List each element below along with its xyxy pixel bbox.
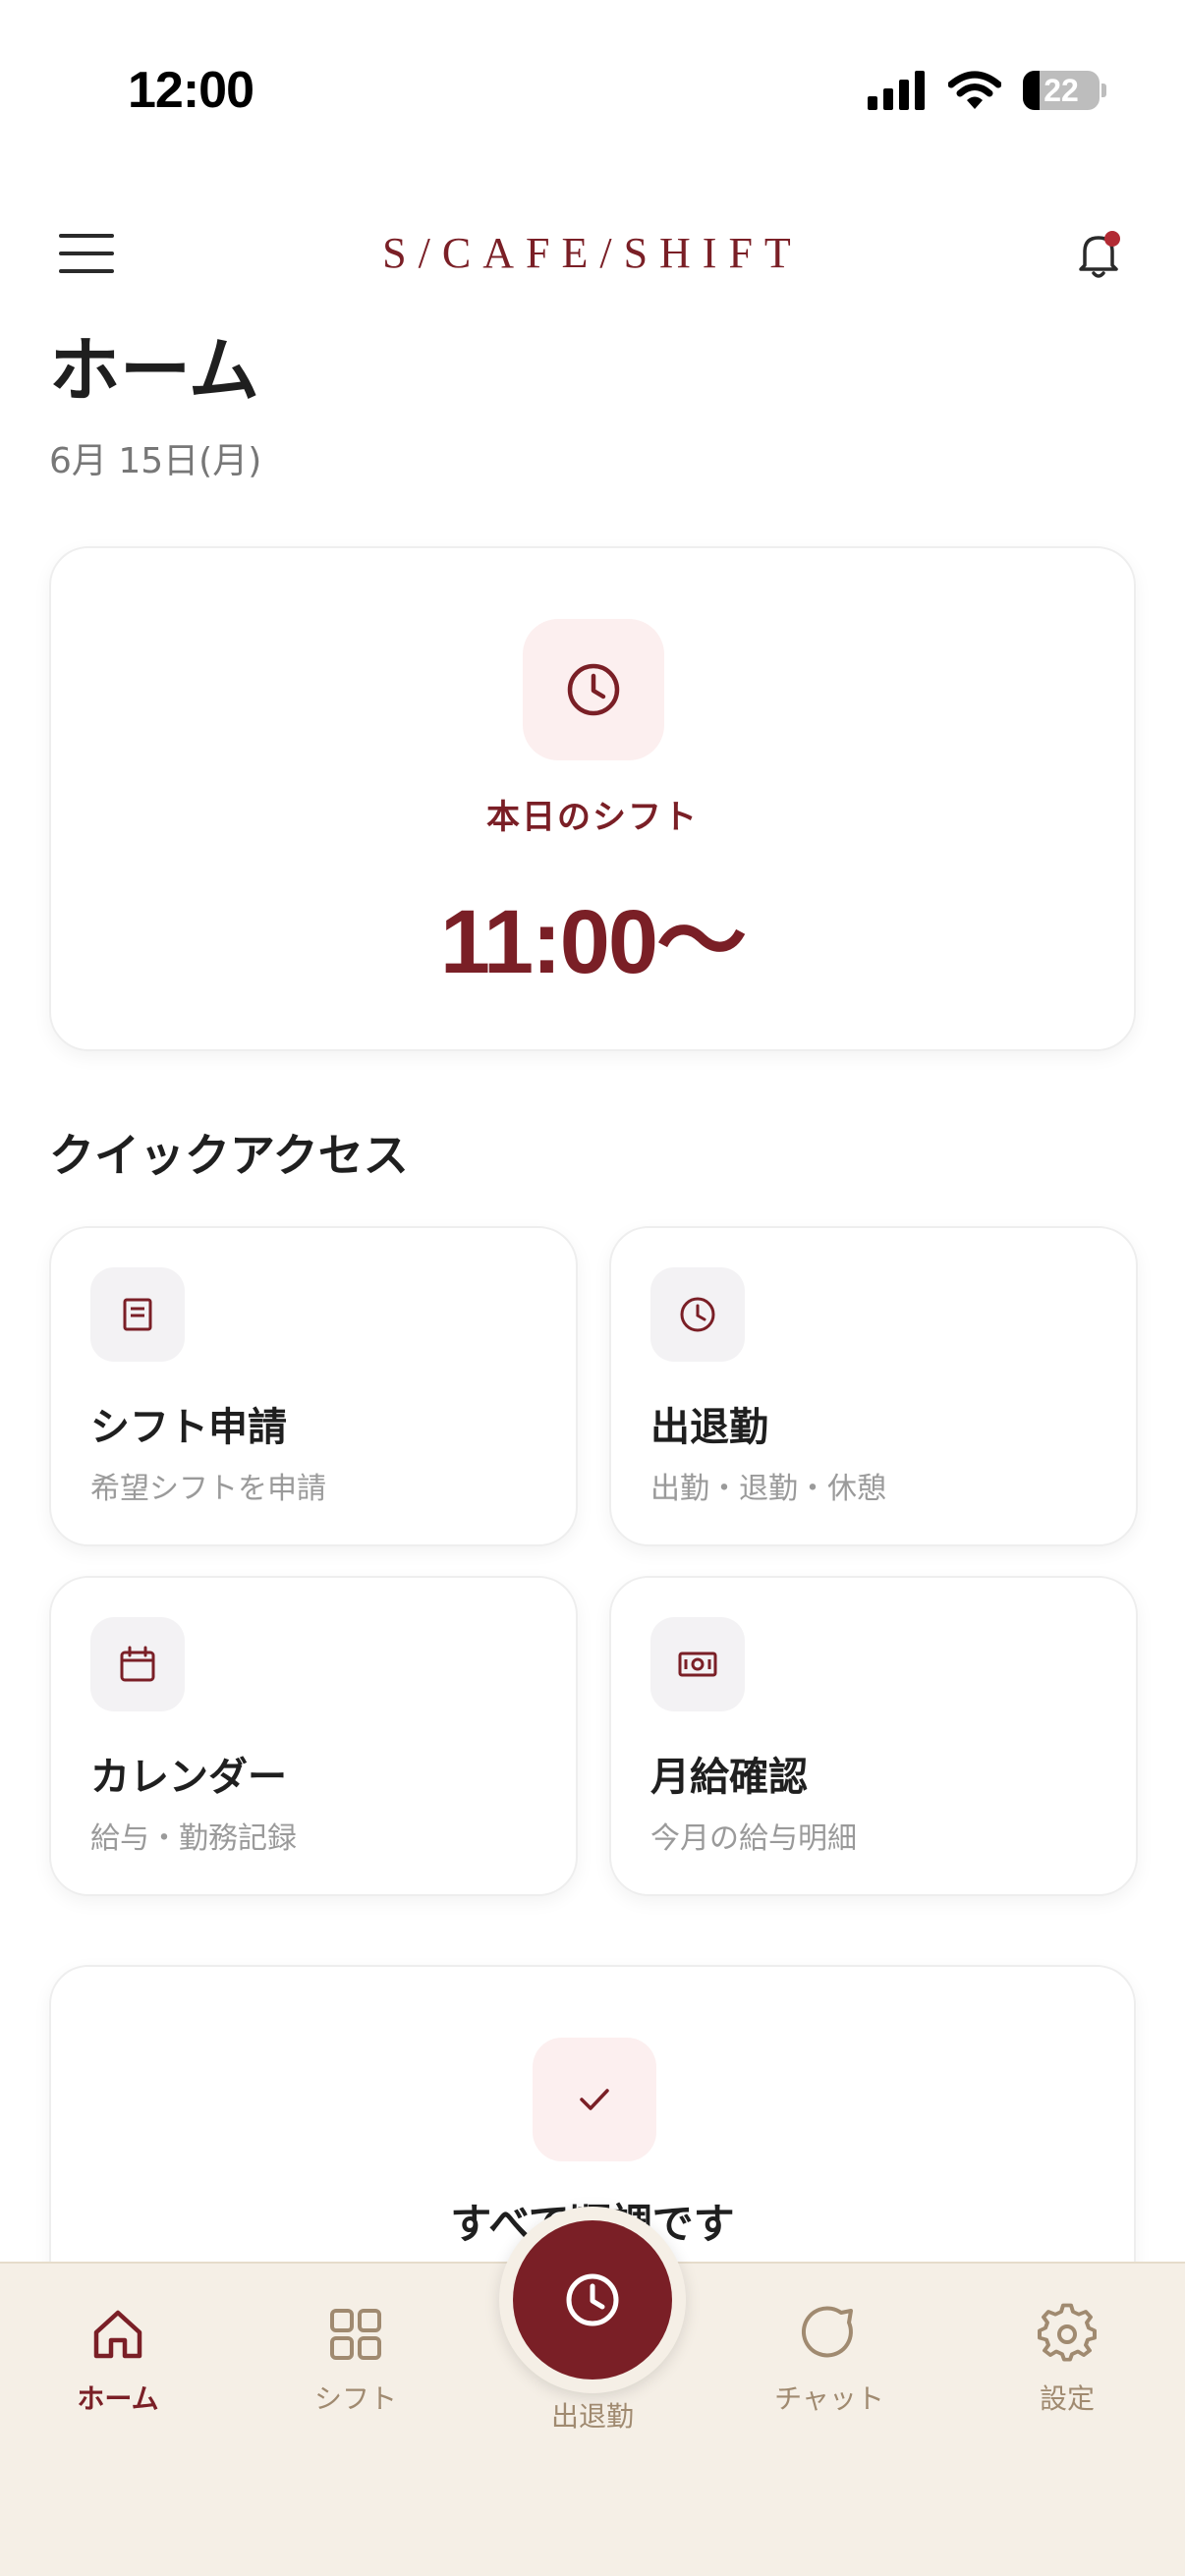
quick-access-title: クイックアクセス bbox=[49, 1129, 409, 1182]
document-icon-box bbox=[90, 1267, 185, 1362]
quick-access-title-text: 出退勤 bbox=[650, 1405, 768, 1450]
calendar-icon bbox=[120, 1646, 155, 1682]
app-logo: S/CAFE/SHIFT bbox=[382, 229, 803, 277]
today-shift-card[interactable]: 本日のシフト 11:00〜 bbox=[49, 546, 1136, 1051]
wifi-icon bbox=[948, 71, 1001, 109]
quick-access-subtitle: 今月の給与明細 bbox=[650, 1821, 857, 1856]
notification-dot bbox=[1104, 231, 1120, 247]
status-time: 12:00 bbox=[128, 62, 254, 119]
nav-shift[interactable]: シフト bbox=[257, 2303, 454, 2417]
quick-access-subtitle: 希望シフトを申請 bbox=[90, 1472, 326, 1506]
today-shift-label: 本日のシフト bbox=[486, 798, 699, 837]
grid-icon bbox=[330, 2309, 381, 2360]
today-shift-time: 11:00〜 bbox=[439, 892, 747, 992]
app-header: S/CAFE/SHIFT bbox=[0, 206, 1185, 305]
nav-chat[interactable]: チャット bbox=[731, 2303, 928, 2417]
chat-icon bbox=[801, 2306, 853, 2358]
nav-home-label: ホーム bbox=[77, 2382, 159, 2415]
calendar-icon-box bbox=[90, 1617, 185, 1711]
quick-access-title-text: カレンダー bbox=[90, 1755, 287, 1800]
page-title: ホーム bbox=[49, 329, 259, 412]
clock-icon bbox=[680, 1297, 715, 1332]
battery-indicator: 22 bbox=[1023, 71, 1106, 110]
quick-access-title-text: シフト申請 bbox=[90, 1405, 287, 1450]
quick-access-subtitle: 出勤・退勤・休憩 bbox=[650, 1472, 886, 1506]
nav-attendance-fab[interactable] bbox=[513, 2220, 672, 2380]
clock-icon-box bbox=[650, 1267, 745, 1362]
document-icon bbox=[123, 1298, 152, 1331]
money-icon-box bbox=[650, 1617, 745, 1711]
nav-home[interactable]: ホーム bbox=[20, 2303, 216, 2417]
clock-icon bbox=[566, 2273, 619, 2326]
quick-access-shift-request[interactable]: シフト申請 希望シフトを申請 bbox=[49, 1226, 578, 1546]
money-icon bbox=[678, 1652, 717, 1677]
nav-chat-label: チャット bbox=[774, 2382, 884, 2415]
home-icon bbox=[93, 2310, 142, 2359]
nav-settings[interactable]: 設定 bbox=[969, 2303, 1165, 2417]
notification-bell-icon[interactable] bbox=[1069, 226, 1128, 285]
nav-settings-label: 設定 bbox=[1039, 2382, 1095, 2415]
clock-icon bbox=[567, 663, 620, 716]
battery-level: 22 bbox=[1044, 72, 1079, 108]
quick-access-subtitle: 給与・勤務記録 bbox=[90, 1821, 297, 1856]
battery-icon: 22 bbox=[1023, 71, 1100, 110]
status-icons: 22 bbox=[868, 71, 1106, 110]
page-date: 6月 15日(月) bbox=[49, 441, 262, 481]
quick-access-salary[interactable]: 月給確認 今月の給与明細 bbox=[609, 1576, 1138, 1896]
app-screen: 12:00 22 S/CAFE/SHIFT ホーム 6月 15日(月) 本日のシ… bbox=[0, 0, 1185, 2576]
nav-attendance-label: 出退勤 bbox=[550, 2400, 634, 2433]
quick-access-calendar[interactable]: カレンダー 給与・勤務記録 bbox=[49, 1576, 578, 1896]
shift-icon-box bbox=[523, 619, 664, 760]
quick-access-title-text: 月給確認 bbox=[650, 1755, 808, 1800]
check-icon bbox=[580, 2089, 609, 2110]
quick-access-attendance[interactable]: 出退勤 出勤・退勤・休憩 bbox=[609, 1226, 1138, 1546]
nav-shift-label: シフト bbox=[313, 2382, 397, 2415]
signal-icon bbox=[868, 71, 925, 110]
gear-icon bbox=[1038, 2303, 1097, 2362]
check-icon-box bbox=[533, 2038, 656, 2161]
